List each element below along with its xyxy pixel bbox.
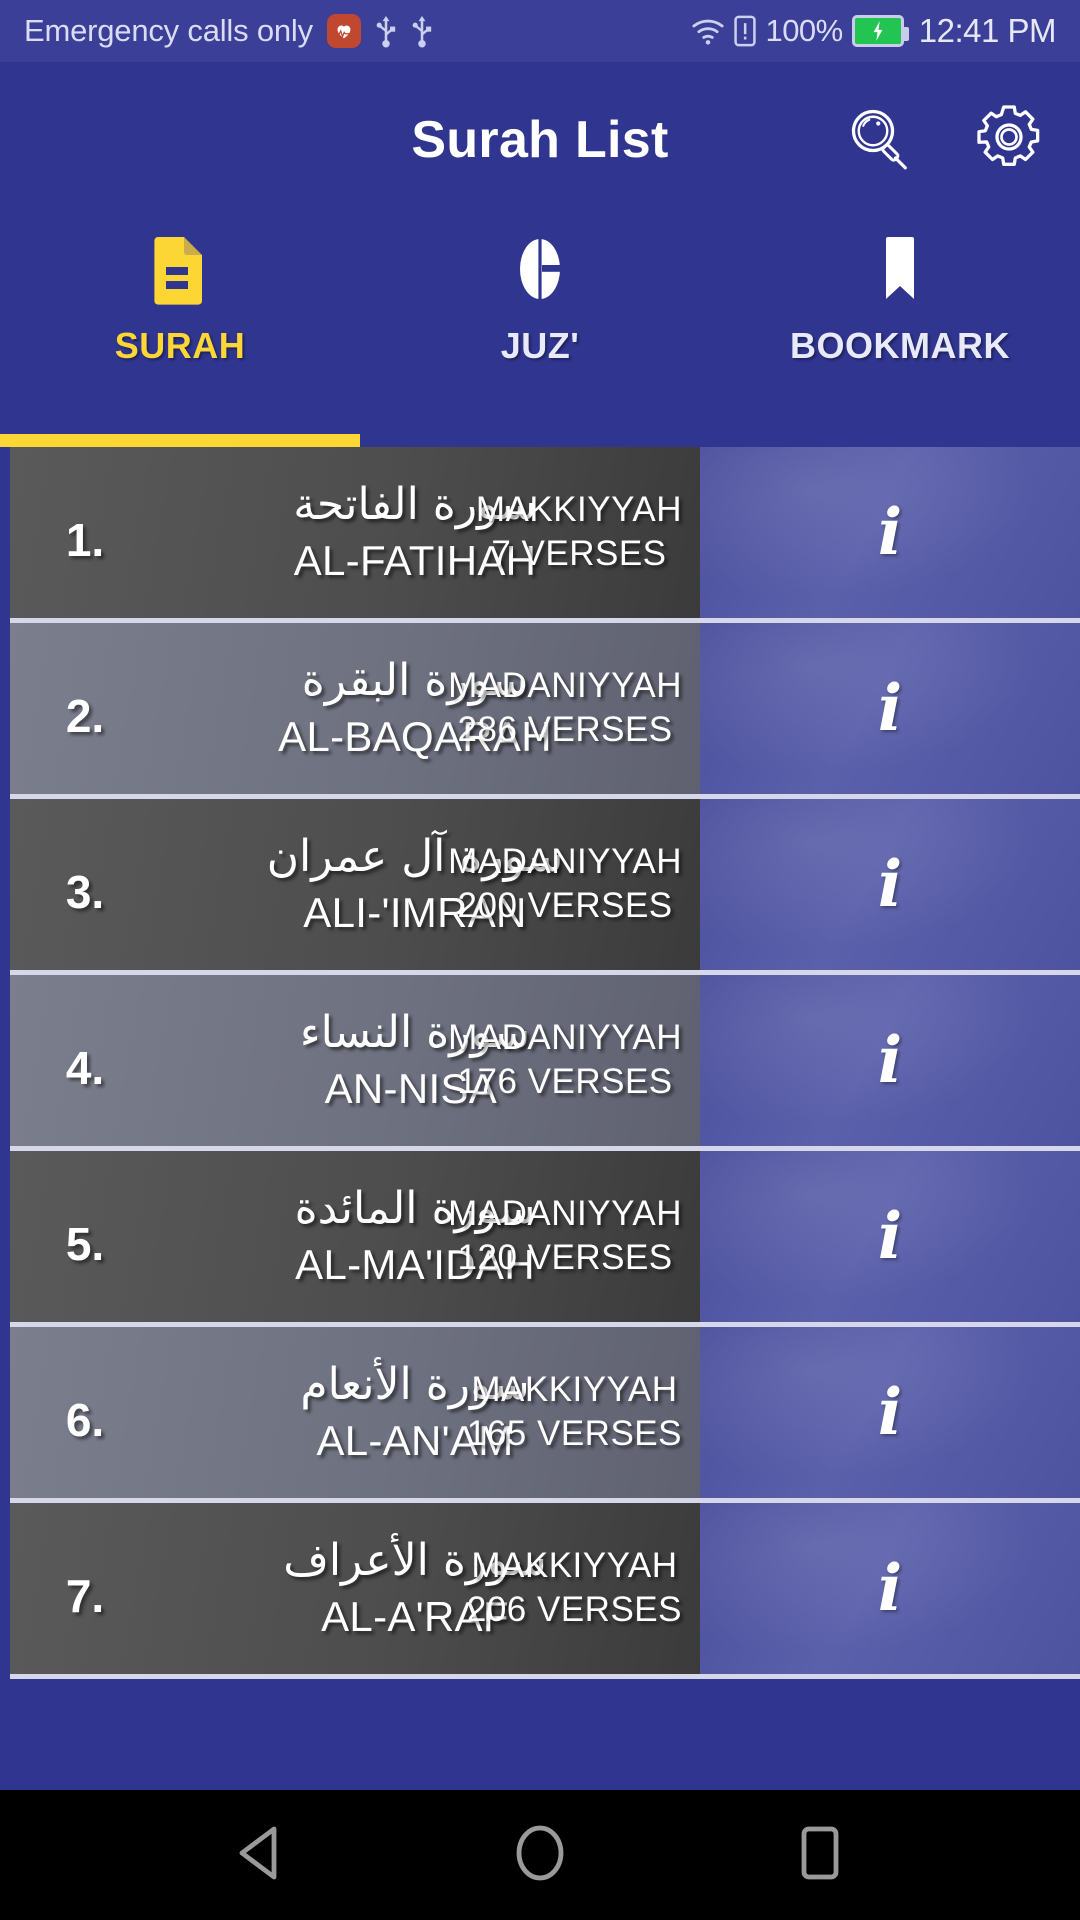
back-button[interactable] <box>220 1815 300 1895</box>
surah-info-button[interactable]: i <box>700 623 1080 794</box>
info-icon: i <box>877 846 903 922</box>
surah-row-body[interactable]: 1. سورة الفاتحة AL-FATIHAH MAKKIYYAH 7 V… <box>10 447 700 618</box>
table-row[interactable]: 6. سورة الأنعام AL-AN'AM MAKKIYYAH 165 V… <box>10 1327 1080 1503</box>
surah-number: 1. <box>65 513 105 566</box>
revelation-type: MADANIYYAH <box>448 1193 682 1233</box>
search-icon <box>843 101 915 178</box>
tab-label-bookmark: BOOKMARK <box>790 325 1010 366</box>
info-icon: i <box>877 494 903 570</box>
table-row[interactable]: 4. سورة النساء AN-NISA' MADANIYYAH 176 V… <box>10 975 1080 1151</box>
table-row[interactable]: 1. سورة الفاتحة AL-FATIHAH MAKKIYYAH 7 V… <box>10 447 1080 623</box>
table-row[interactable]: 2. سورة البقرة AL-BAQARAH MADANIYYAH 286… <box>10 623 1080 799</box>
verse-count: 120 VERSES <box>457 1238 673 1278</box>
bookmark-icon <box>872 233 928 305</box>
info-icon: i <box>877 1022 903 1098</box>
battery-percent-label: 100% <box>765 13 843 48</box>
app-bar: Surah List <box>0 62 1080 217</box>
surah-row-body[interactable]: 2. سورة البقرة AL-BAQARAH MADANIYYAH 286… <box>10 623 700 794</box>
carrier-label: Emergency calls only <box>24 13 313 48</box>
status-bar-right: 100% 12:41 PM <box>691 12 1057 50</box>
revelation-type: MADANIYYAH <box>448 841 682 881</box>
tab-bar: SURAH JUZ' BOOKMARK <box>0 217 1080 447</box>
table-row[interactable]: 5. سورة المائدة AL-MA'IDAH MADANIYYAH 12… <box>10 1151 1080 1327</box>
usb-icon <box>411 14 433 48</box>
surah-meta: MADANIYYAH 286 VERSES <box>448 664 682 754</box>
revelation-type: MAKKIYYAH <box>475 489 682 529</box>
surah-number: 7. <box>65 1569 105 1622</box>
search-button[interactable] <box>842 103 916 177</box>
surah-meta: MAKKIYYAH 206 VERSES <box>467 1544 682 1634</box>
info-icon: i <box>877 1198 903 1274</box>
surah-info-button[interactable]: i <box>700 799 1080 970</box>
surah-number: 6. <box>65 1393 105 1446</box>
sim-alert-icon <box>734 15 757 47</box>
system-navigation-bar <box>0 1790 1080 1920</box>
surah-meta: MAKKIYYAH 7 VERSES <box>476 488 682 578</box>
app-bar-actions <box>842 103 1046 177</box>
revelation-type: MADANIYYAH <box>448 1017 682 1057</box>
surah-info-button[interactable]: i <box>700 1151 1080 1322</box>
home-circle-icon <box>513 1824 567 1887</box>
tab-bookmark[interactable]: BOOKMARK <box>720 217 1080 447</box>
tab-label-surah: SURAH <box>114 325 246 366</box>
surah-meta: MADANIYYAH 120 VERSES <box>448 1192 682 1282</box>
surah-number: 3. <box>65 865 105 918</box>
surah-meta: MADANIYYAH 176 VERSES <box>448 1016 682 1106</box>
surah-row-body[interactable]: 7. سورة الأعراف AL-A'RAF MAKKIYYAH 206 V… <box>10 1503 700 1674</box>
document-list-icon <box>152 233 208 305</box>
surah-row-body[interactable]: 6. سورة الأنعام AL-AN'AM MAKKIYYAH 165 V… <box>10 1327 700 1498</box>
info-icon: i <box>877 1374 903 1450</box>
info-icon: i <box>877 670 903 746</box>
surah-info-button[interactable]: i <box>700 447 1080 618</box>
verse-count: 176 VERSES <box>457 1062 673 1102</box>
info-icon: i <box>877 1550 903 1626</box>
back-triangle-icon <box>234 1825 286 1886</box>
status-bar-left: Emergency calls only <box>24 13 433 49</box>
status-bar: Emergency calls only 100% 12:41 PM <box>0 0 1080 62</box>
tab-active-indicator <box>0 434 360 447</box>
verse-count: 206 VERSES <box>466 1590 682 1630</box>
quran-split-icon <box>512 233 568 305</box>
surah-list[interactable]: 1. سورة الفاتحة AL-FATIHAH MAKKIYYAH 7 V… <box>0 447 1080 1790</box>
surah-info-button[interactable]: i <box>700 1503 1080 1674</box>
surah-meta: MADANIYYAH 200 VERSES <box>448 840 682 930</box>
surah-row-body[interactable]: 5. سورة المائدة AL-MA'IDAH MADANIYYAH 12… <box>10 1151 700 1322</box>
surah-row-body[interactable]: 3. سورة آل عمران ALI-'IMRAN MADANIYYAH 2… <box>10 799 700 970</box>
usb-icon <box>375 14 397 48</box>
wifi-icon <box>691 16 725 46</box>
recents-button[interactable] <box>780 1815 860 1895</box>
verse-count: 7 VERSES <box>491 534 667 574</box>
surah-number: 4. <box>65 1041 105 1094</box>
battery-charging-icon <box>851 15 909 47</box>
verse-count: 286 VERSES <box>457 710 673 750</box>
recents-square-icon <box>800 1825 840 1886</box>
verse-count: 165 VERSES <box>466 1414 682 1454</box>
settings-button[interactable] <box>972 103 1046 177</box>
revelation-type: MAKKIYYAH <box>471 1545 678 1585</box>
surah-number: 5. <box>65 1217 105 1270</box>
app-screen: Emergency calls only 100% 12:41 PM Surah… <box>0 0 1080 1920</box>
table-row[interactable]: 3. سورة آل عمران ALI-'IMRAN MADANIYYAH 2… <box>10 799 1080 975</box>
surah-number: 2. <box>65 689 105 742</box>
table-row[interactable]: 7. سورة الأعراف AL-A'RAF MAKKIYYAH 206 V… <box>10 1503 1080 1679</box>
gear-icon <box>973 101 1045 178</box>
tab-juz[interactable]: JUZ' <box>360 217 720 447</box>
home-button[interactable] <box>500 1815 580 1895</box>
surah-info-button[interactable]: i <box>700 1327 1080 1498</box>
revelation-type: MAKKIYYAH <box>471 1369 678 1409</box>
surah-meta: MAKKIYYAH 165 VERSES <box>467 1368 682 1458</box>
verse-count: 200 VERSES <box>457 886 673 926</box>
tab-label-juz: JUZ' <box>500 325 580 366</box>
surah-row-body[interactable]: 4. سورة النساء AN-NISA' MADANIYYAH 176 V… <box>10 975 700 1146</box>
heart-rate-icon <box>326 14 361 48</box>
revelation-type: MADANIYYAH <box>448 665 682 705</box>
surah-info-button[interactable]: i <box>700 975 1080 1146</box>
tab-surah[interactable]: SURAH <box>0 217 360 447</box>
clock-label: 12:41 PM <box>918 12 1057 49</box>
